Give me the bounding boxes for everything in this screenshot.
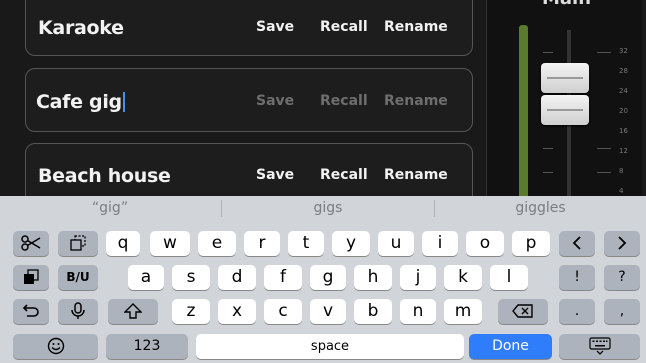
suggestion[interactable]: gigs [222, 196, 434, 222]
key-p[interactable]: p [512, 231, 550, 256]
key-z[interactable]: z [172, 299, 210, 324]
scale-tick [543, 172, 553, 173]
suggestion[interactable]: “gig” [0, 196, 220, 222]
undo-button[interactable] [13, 299, 49, 324]
paste-button[interactable] [13, 265, 49, 290]
main-fader-panel: Main 32 28 24 20 16 12 8 4 [486, 0, 642, 200]
key-n[interactable]: n [400, 299, 436, 324]
scale-tick [597, 52, 611, 53]
key-k[interactable]: k [444, 265, 482, 290]
preset-row: Karaoke Save Recall Rename [25, 0, 473, 56]
key-j[interactable]: j [400, 265, 436, 290]
scale-label: 8 [619, 167, 624, 175]
level-meter [519, 25, 528, 200]
suggestion[interactable]: giggles [435, 196, 646, 222]
key-o[interactable]: o [466, 231, 504, 256]
fader-handle[interactable] [541, 63, 589, 93]
scale-label: 24 [619, 87, 628, 95]
key-period[interactable]: . [559, 299, 595, 324]
key-exclaim[interactable]: ! [559, 265, 595, 290]
key-v[interactable]: v [310, 299, 346, 324]
emoji-button[interactable] [13, 334, 98, 359]
scale-tick [543, 52, 553, 53]
scale-label: 4 [619, 187, 624, 195]
key-e[interactable]: e [198, 231, 236, 256]
rename-button[interactable]: Rename [384, 93, 448, 109]
rename-button[interactable]: Rename [384, 167, 448, 183]
rename-button[interactable]: Rename [384, 19, 448, 35]
scale-tick [597, 148, 611, 149]
preset-name: Karaoke [38, 17, 124, 39]
dismiss-keyboard-button[interactable] [559, 334, 640, 359]
scale-label: 28 [619, 67, 628, 75]
delete-button[interactable] [498, 299, 548, 324]
emoji-icon [47, 337, 64, 355]
key-c[interactable]: c [264, 299, 302, 324]
scale-label: 16 [619, 127, 628, 135]
key-x[interactable]: x [218, 299, 256, 324]
key-u[interactable]: u [378, 231, 414, 256]
keyboard-dismiss-icon [588, 337, 611, 355]
scale-tick [597, 172, 611, 173]
scissors-icon [21, 235, 41, 251]
preset-row: Cafe gig Save Recall Rename [25, 68, 473, 132]
cursor-left-button[interactable] [559, 231, 595, 256]
save-button[interactable]: Save [256, 19, 294, 35]
scale-label: 20 [619, 107, 628, 115]
shift-icon [123, 303, 143, 319]
undo-icon [22, 304, 39, 317]
save-button[interactable]: Save [256, 93, 294, 109]
dictation-button[interactable] [58, 299, 98, 324]
key-r[interactable]: r [244, 231, 280, 256]
text-format-button[interactable]: B/U [58, 265, 98, 290]
panel-title: Main [542, 0, 591, 9]
key-a[interactable]: a [128, 265, 164, 290]
scale-label: 32 [619, 47, 628, 55]
paste-icon [24, 269, 39, 284]
microphone-icon [71, 302, 85, 319]
key-g[interactable]: g [310, 265, 346, 290]
cut-button[interactable] [13, 231, 49, 256]
key-h[interactable]: h [354, 265, 392, 290]
copy-button[interactable] [58, 231, 98, 256]
fader-handle[interactable] [541, 95, 589, 125]
preset-row: Beach house Save Recall Rename [25, 143, 473, 196]
key-y[interactable]: y [332, 231, 370, 256]
recall-button[interactable]: Recall [320, 167, 368, 183]
key-s[interactable]: s [172, 265, 210, 290]
done-button[interactable]: Done [469, 334, 552, 359]
key-d[interactable]: d [218, 265, 256, 290]
key-m[interactable]: m [444, 299, 482, 324]
scale-label: 12 [619, 147, 628, 155]
key-question[interactable]: ? [604, 265, 640, 290]
key-comma[interactable]: , [604, 299, 640, 324]
text-caret [122, 92, 125, 112]
chevron-right-icon [618, 236, 627, 250]
preset-name-input[interactable]: Cafe gig [36, 91, 122, 113]
recall-button[interactable]: Recall [320, 93, 368, 109]
key-t[interactable]: t [288, 231, 324, 256]
key-q[interactable]: q [106, 231, 140, 256]
chevron-left-icon [572, 236, 581, 250]
shift-button[interactable] [108, 299, 158, 324]
backspace-icon [512, 304, 533, 318]
space-bar[interactable]: space [196, 334, 464, 359]
preset-name: Beach house [38, 165, 171, 187]
save-button[interactable]: Save [256, 167, 294, 183]
key-l[interactable]: l [490, 265, 528, 290]
scale-tick [543, 148, 553, 149]
key-w[interactable]: w [150, 231, 190, 256]
key-i[interactable]: i [422, 231, 458, 256]
copy-icon [70, 235, 86, 251]
key-f[interactable]: f [264, 265, 302, 290]
key-b[interactable]: b [354, 299, 392, 324]
recall-button[interactable]: Recall [320, 19, 368, 35]
keyboard: “gig” gigs giggles q w e r t y u i o p B… [0, 196, 646, 363]
numbers-button[interactable]: 123 [106, 334, 188, 359]
cursor-right-button[interactable] [604, 231, 640, 256]
